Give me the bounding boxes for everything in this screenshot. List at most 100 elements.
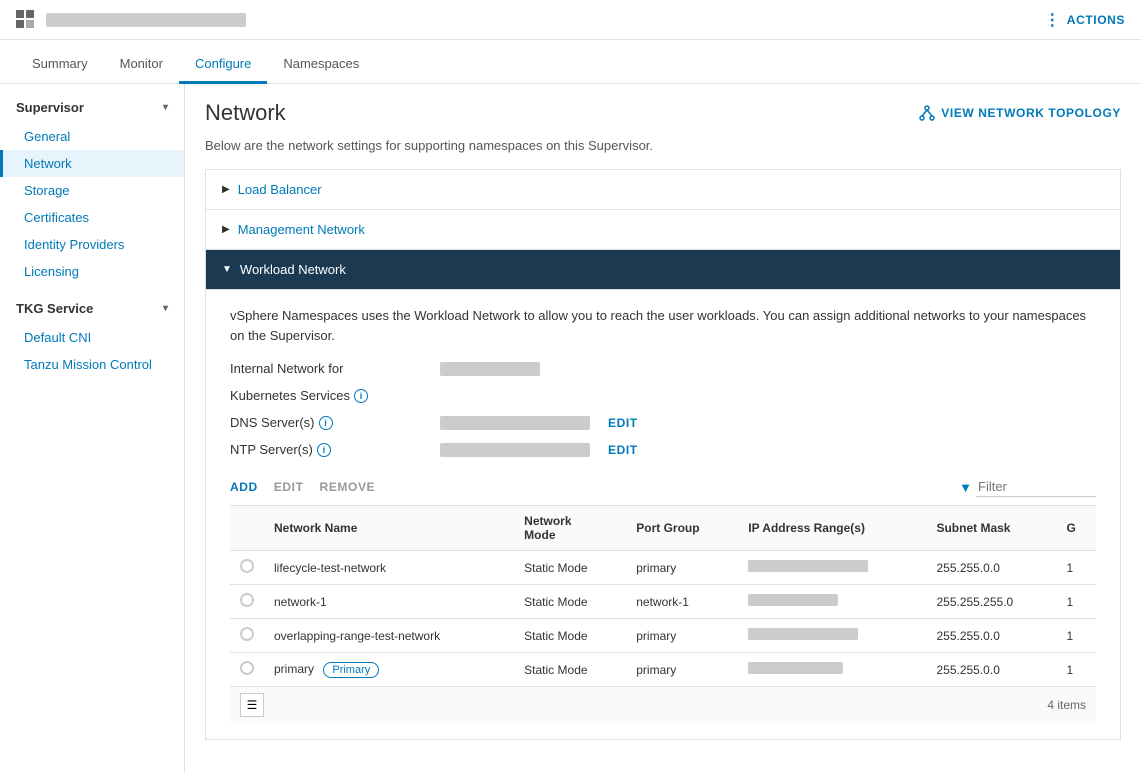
- row1-subnet: 255.255.0.0: [926, 551, 1056, 585]
- th-network-mode: NetworkMode: [514, 506, 626, 551]
- ntp-info-icon[interactable]: i: [317, 443, 331, 457]
- row2-subnet: 255.255.255.0: [926, 585, 1056, 619]
- row2-port-group: network-1: [626, 585, 738, 619]
- column-toggle-button[interactable]: ☰: [240, 693, 264, 717]
- item-count: 4 items: [1047, 698, 1086, 712]
- load-balancer-title: Load Balancer: [238, 182, 322, 197]
- tab-configure[interactable]: Configure: [179, 46, 267, 84]
- kubernetes-services-row: Kubernetes Services i: [230, 388, 1096, 403]
- table-header-row: Network Name NetworkMode Port Group IP A…: [230, 506, 1096, 551]
- row2-ip-bar: [748, 594, 838, 606]
- app-logo-icon: [16, 10, 36, 30]
- sidebar-item-general[interactable]: General: [0, 123, 184, 150]
- row2-select[interactable]: [230, 585, 264, 619]
- sidebar-supervisor-label: Supervisor: [16, 100, 84, 115]
- row3-select[interactable]: [230, 619, 264, 653]
- dns-info-icon[interactable]: i: [319, 416, 333, 430]
- table-toolbar: ADD EDIT REMOVE ▼: [230, 469, 1096, 497]
- view-topology-label: VIEW NETWORK TOPOLOGY: [941, 106, 1121, 120]
- accordion-header-workload-network[interactable]: ▼ Workload Network: [206, 250, 1120, 289]
- topology-icon: [919, 105, 935, 121]
- row1-ip: [738, 551, 926, 585]
- supervisor-chevron-icon: ▾: [163, 102, 168, 113]
- primary-badge: Primary: [323, 662, 379, 678]
- internal-network-label: Internal Network for: [230, 361, 430, 376]
- th-select: [230, 506, 264, 551]
- sidebar-item-tanzu-mission-control[interactable]: Tanzu Mission Control: [0, 351, 184, 378]
- row3-port-group: primary: [626, 619, 738, 653]
- radio-row2[interactable]: [240, 593, 254, 607]
- radio-row4[interactable]: [240, 661, 254, 675]
- actions-button[interactable]: ⋮ ACTIONS: [1044, 10, 1125, 30]
- row3-name: overlapping-range-test-network: [264, 619, 514, 653]
- kubernetes-services-info-icon[interactable]: i: [354, 389, 368, 403]
- accordion-header-load-balancer[interactable]: ▶ Load Balancer: [206, 170, 1120, 209]
- accordion-workload-network: ▼ Workload Network vSphere Namespaces us…: [206, 250, 1120, 739]
- table-row: overlapping-range-test-network Static Mo…: [230, 619, 1096, 653]
- sidebar-tkg-service-header[interactable]: TKG Service ▾: [0, 293, 184, 324]
- kubernetes-services-label: Kubernetes Services i: [230, 388, 430, 403]
- sidebar-item-network[interactable]: Network: [0, 150, 184, 177]
- sidebar-item-identity-providers[interactable]: Identity Providers: [0, 231, 184, 258]
- tkg-chevron-icon: ▾: [163, 303, 168, 314]
- row1-select[interactable]: [230, 551, 264, 585]
- management-network-chevron-icon: ▶: [222, 224, 230, 235]
- accordion-management-network: ▶ Management Network: [206, 210, 1120, 250]
- edit-button[interactable]: EDIT: [274, 480, 304, 494]
- content-header: Network VIEW NETWORK TOPOLOGY: [205, 100, 1121, 126]
- sidebar-tkg-label: TKG Service: [16, 301, 93, 316]
- accordion-header-management-network[interactable]: ▶ Management Network: [206, 210, 1120, 249]
- sidebar-item-certificates[interactable]: Certificates: [0, 204, 184, 231]
- th-network-name: Network Name: [264, 506, 514, 551]
- sidebar: Supervisor ▾ General Network Storage Cer…: [0, 84, 185, 772]
- view-network-topology-link[interactable]: VIEW NETWORK TOPOLOGY: [919, 105, 1121, 121]
- tab-monitor[interactable]: Monitor: [104, 46, 179, 84]
- row2-ip: [738, 585, 926, 619]
- row3-subnet: 255.255.0.0: [926, 619, 1056, 653]
- table-row: network-1 Static Mode network-1 255.255.…: [230, 585, 1096, 619]
- th-ip-address: IP Address Range(s): [738, 506, 926, 551]
- sidebar-item-default-cni[interactable]: Default CNI: [0, 324, 184, 351]
- row3-ip-bar: [748, 628, 858, 640]
- sidebar-item-licensing[interactable]: Licensing: [0, 258, 184, 285]
- main-layout: Supervisor ▾ General Network Storage Cer…: [0, 84, 1141, 772]
- row4-mode: Static Mode: [514, 653, 626, 687]
- radio-row1[interactable]: [240, 559, 254, 573]
- add-button[interactable]: ADD: [230, 480, 258, 494]
- nav-tabs: Summary Monitor Configure Namespaces: [0, 40, 1141, 84]
- tab-namespaces[interactable]: Namespaces: [267, 46, 375, 84]
- row4-name: primary Primary: [264, 653, 514, 687]
- table-row: primary Primary Static Mode primary 255.…: [230, 653, 1096, 687]
- ntp-servers-row: NTP Server(s) i EDIT: [230, 442, 1096, 457]
- radio-row3[interactable]: [240, 627, 254, 641]
- internal-network-row: Internal Network for: [230, 361, 1096, 376]
- row4-subnet: 255.255.0.0: [926, 653, 1056, 687]
- row4-select[interactable]: [230, 653, 264, 687]
- remove-button[interactable]: REMOVE: [320, 480, 376, 494]
- row1-ip-bar: [748, 560, 868, 572]
- th-subnet-mask: Subnet Mask: [926, 506, 1056, 551]
- management-network-title: Management Network: [238, 222, 365, 237]
- row4-port-group: primary: [626, 653, 738, 687]
- dns-servers-row: DNS Server(s) i EDIT: [230, 415, 1096, 430]
- dns-edit-button[interactable]: EDIT: [608, 416, 638, 430]
- load-balancer-chevron-icon: ▶: [222, 184, 230, 195]
- row4-g: 1: [1057, 653, 1096, 687]
- filter-group: ▼: [959, 477, 1096, 497]
- row2-g: 1: [1057, 585, 1096, 619]
- row1-g: 1: [1057, 551, 1096, 585]
- sidebar-supervisor-header[interactable]: Supervisor ▾: [0, 92, 184, 123]
- ntp-edit-button[interactable]: EDIT: [608, 443, 638, 457]
- dns-servers-value: [440, 416, 590, 430]
- ntp-servers-label: NTP Server(s) i: [230, 442, 430, 457]
- tab-summary[interactable]: Summary: [16, 46, 104, 84]
- filter-icon: ▼: [959, 480, 972, 495]
- actions-label: ACTIONS: [1067, 13, 1125, 27]
- row3-g: 1: [1057, 619, 1096, 653]
- filter-input[interactable]: [976, 477, 1096, 497]
- row1-port-group: primary: [626, 551, 738, 585]
- actions-dots-icon: ⋮: [1044, 10, 1061, 30]
- top-bar-left: [16, 10, 246, 30]
- sidebar-item-storage[interactable]: Storage: [0, 177, 184, 204]
- dns-servers-label: DNS Server(s) i: [230, 415, 430, 430]
